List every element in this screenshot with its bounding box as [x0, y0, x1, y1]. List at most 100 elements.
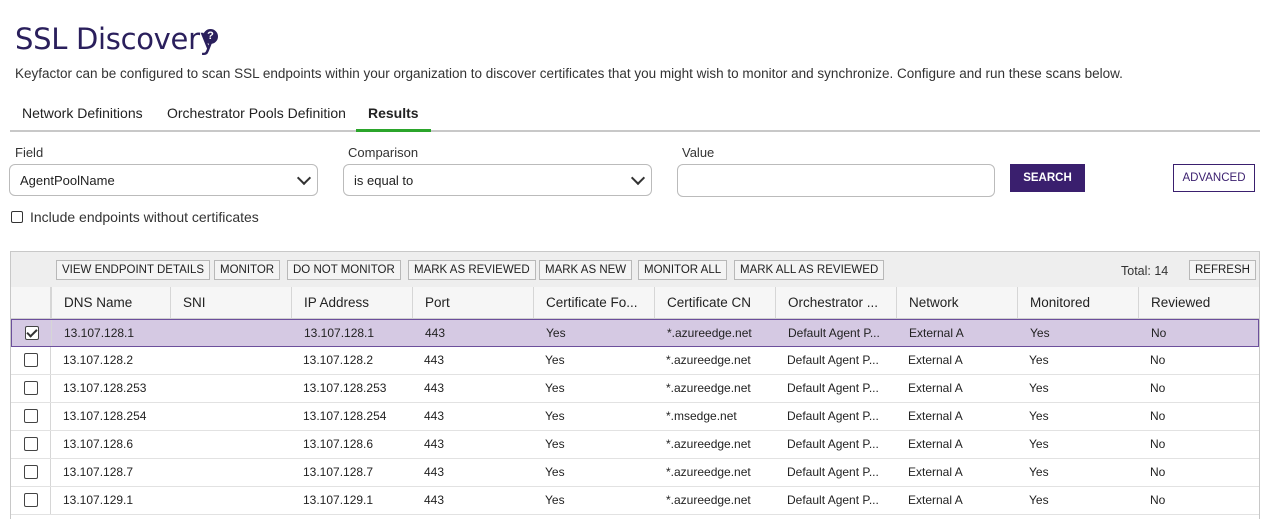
page-title: SSL Discovery [15, 22, 217, 56]
tab-bar: Network Definitions Orchestrator Pools D… [10, 100, 1260, 132]
row-checkbox[interactable] [24, 493, 38, 507]
cell-reviewed: No [1150, 381, 1166, 395]
cell-sni [170, 487, 291, 515]
cell-ip-address: 13.107.128.2 [303, 353, 374, 367]
cell-dns-name: 13.107.128.6 [63, 437, 134, 451]
cell-ip-address: 13.107.128.253 [303, 381, 387, 395]
cell-dns-name: 13.107.128.7 [63, 465, 134, 479]
value-label: Value [682, 145, 715, 160]
refresh-button[interactable]: REFRESH [1189, 260, 1256, 280]
table-row[interactable]: 13.107.128.1 13.107.128.1 443 Yes *.azureedg… [11, 319, 1259, 347]
cell-sni [170, 431, 291, 459]
include-endpoints-checkbox[interactable] [11, 211, 23, 223]
cell-port: 443 [424, 409, 445, 423]
cell-certificate-cn: *.azureedge.net [666, 493, 751, 507]
header-select-column [11, 287, 51, 318]
row-checkbox[interactable] [24, 381, 38, 395]
cell-reviewed: No [1150, 437, 1166, 451]
row-checkbox[interactable] [24, 437, 38, 451]
cell-monitored: Yes [1030, 326, 1050, 340]
monitor-all-button[interactable]: MONITOR ALL [638, 260, 728, 280]
table-row[interactable]: 13.107.128.254 13.107.128.254 443 Yes *.msed… [11, 403, 1259, 431]
cell-certificate-found: Yes [545, 493, 565, 507]
search-button[interactable]: SEARCH [1010, 164, 1085, 192]
column-header-dns-name[interactable]: DNS Name [51, 287, 171, 318]
total-count: Total: 14 [1121, 264, 1169, 278]
tab-network-definitions[interactable]: Network Definitions [10, 105, 155, 129]
mark-all-as-reviewed-button[interactable]: MARK ALL AS REVIEWED [734, 260, 885, 280]
cell-network: External A [908, 381, 963, 395]
comparison-select[interactable]: is equal to [343, 164, 652, 196]
comparison-label: Comparison [348, 145, 419, 160]
results-grid: VIEW ENDPOINT DETAILS MONITOR DO NOT MON… [10, 251, 1260, 519]
row-checkbox[interactable] [24, 409, 38, 423]
value-input[interactable] [677, 164, 995, 197]
tab-results[interactable]: Results [356, 105, 431, 132]
mark-as-new-button[interactable]: MARK AS NEW [539, 260, 633, 280]
advanced-button[interactable]: ADVANCED [1173, 164, 1255, 192]
cell-monitored: Yes [1029, 353, 1049, 367]
view-endpoint-details-button[interactable]: VIEW ENDPOINT DETAILS [56, 260, 211, 280]
table-row[interactable]: 13.107.128.2 13.107.128.2 443 Yes *.azureedg… [11, 347, 1259, 375]
field-select-value: AgentPoolName [20, 173, 115, 188]
cell-certificate-found: Yes [545, 465, 565, 479]
column-header-port[interactable]: Port [412, 287, 533, 318]
cell-certificate-cn: *.msedge.net [666, 409, 737, 423]
column-header-certificate-cn[interactable]: Certificate CN [654, 287, 775, 318]
cell-ip-address: 13.107.128.1 [304, 326, 375, 340]
cell-certificate-cn: *.azureedge.net [666, 465, 751, 479]
cell-orchestrator: Default Agent P... [787, 437, 879, 451]
tab-orchestrator-pools-definition[interactable]: Orchestrator Pools Definition [155, 105, 358, 129]
cell-dns-name: 13.107.129.1 [63, 493, 134, 507]
column-header-network[interactable]: Network [896, 287, 1017, 318]
cell-orchestrator: Default Agent P... [787, 381, 879, 395]
cell-certificate-cn: *.azureedge.net [666, 381, 751, 395]
cell-reviewed: No [1150, 465, 1166, 479]
cell-reviewed: No [1150, 493, 1166, 507]
row-select-cell [11, 459, 51, 486]
cell-monitored: Yes [1029, 437, 1049, 451]
table-row[interactable]: 13.107.128.6 13.107.128.6 443 Yes *.azureedg… [11, 431, 1259, 459]
page-description: Keyfactor can be configured to scan SSL … [15, 66, 1123, 81]
cell-sni [170, 375, 291, 403]
cell-network: External A [908, 465, 963, 479]
row-select-cell [11, 375, 51, 402]
do-not-monitor-button[interactable]: DO NOT MONITOR [287, 260, 401, 280]
cell-port: 443 [424, 381, 445, 395]
column-header-orchestrator[interactable]: Orchestrator ... [775, 287, 896, 318]
cell-port: 443 [424, 353, 445, 367]
row-checkbox[interactable] [25, 326, 39, 340]
cell-ip-address: 13.107.128.6 [303, 437, 374, 451]
cell-orchestrator: Default Agent P... [787, 493, 879, 507]
cell-sni [171, 320, 292, 348]
cell-dns-name: 13.107.128.2 [63, 353, 134, 367]
column-header-certificate-found[interactable]: Certificate Fo... [533, 287, 654, 318]
cell-certificate-cn: *.azureedge.net [666, 353, 751, 367]
cell-port: 443 [424, 493, 445, 507]
cell-orchestrator: Default Agent P... [788, 326, 880, 340]
cell-certificate-found: Yes [546, 326, 566, 340]
cell-reviewed: No [1150, 353, 1166, 367]
field-select[interactable]: AgentPoolName [9, 164, 318, 196]
column-header-sni[interactable]: SNI [170, 287, 291, 318]
row-select-cell [11, 487, 51, 514]
mark-as-reviewed-button[interactable]: MARK AS REVIEWED [408, 260, 536, 280]
cell-network: External A [908, 353, 963, 367]
help-icon[interactable]: ? [203, 29, 218, 44]
table-row[interactable]: 13.107.128.253 13.107.128.253 443 Yes *.azur… [11, 375, 1259, 403]
table-row[interactable]: 13.107.128.7 13.107.128.7 443 Yes *.azureedg… [11, 459, 1259, 487]
cell-ip-address: 13.107.128.7 [303, 465, 374, 479]
row-checkbox[interactable] [24, 353, 38, 367]
table-row[interactable]: 13.107.129.1 13.107.129.1 443 Yes *.azureedg… [11, 487, 1259, 515]
cell-sni [170, 347, 291, 375]
cell-ip-address: 13.107.128.254 [303, 409, 387, 423]
row-checkbox[interactable] [24, 465, 38, 479]
column-header-reviewed[interactable]: Reviewed [1138, 287, 1259, 318]
grid-toolbar: VIEW ENDPOINT DETAILS MONITOR DO NOT MON… [11, 252, 1259, 288]
column-header-monitored[interactable]: Monitored [1017, 287, 1138, 318]
cell-certificate-found: Yes [545, 409, 565, 423]
column-header-ip-address[interactable]: IP Address [291, 287, 412, 318]
cell-network: External A [908, 409, 963, 423]
monitor-button[interactable]: MONITOR [214, 260, 281, 280]
cell-port: 443 [424, 465, 445, 479]
